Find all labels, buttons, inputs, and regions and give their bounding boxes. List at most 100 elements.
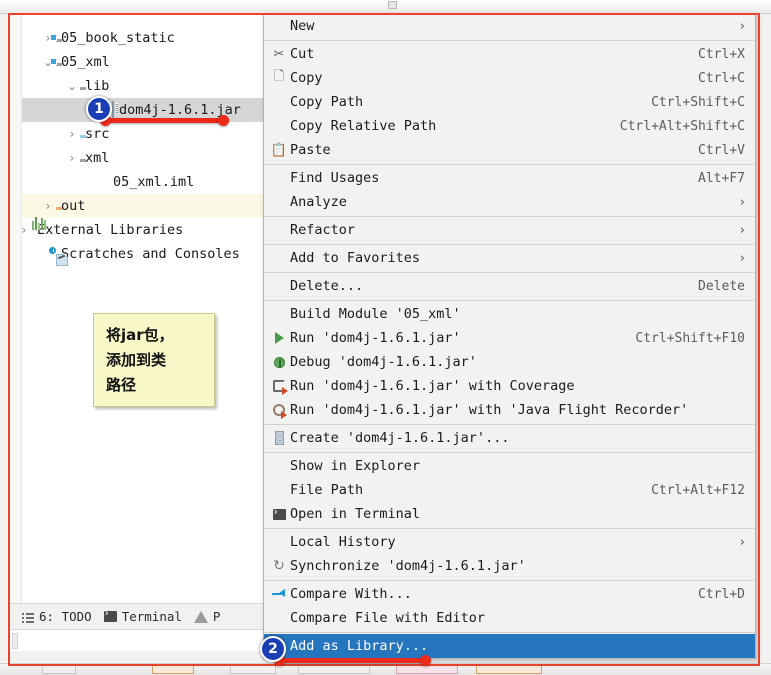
menu-item-open-in-terminal[interactable]: Open in Terminal: [264, 502, 755, 526]
menu-separator: [264, 164, 755, 165]
chevron-right-icon[interactable]: ›: [40, 199, 56, 213]
status-terminal-label: Terminal: [121, 609, 182, 624]
menu-item-label: Refactor: [290, 222, 356, 238]
menu-item-compare-file-with-editor[interactable]: Compare File with Editor: [264, 606, 755, 630]
menu-item-label: Add as Library...: [290, 638, 429, 654]
menu-item-copy-path[interactable]: Copy Path Ctrl+Shift+C: [264, 90, 755, 114]
menu-separator: [264, 580, 755, 581]
menu-item-add-as-library[interactable]: Add as Library...: [264, 634, 755, 658]
menu-item-delete[interactable]: Delete... Delete: [264, 274, 755, 298]
menu-item-label: Run 'dom4j-1.6.1.jar' with 'Java Flight …: [290, 402, 689, 418]
menu-item-synchronize[interactable]: ↻ Synchronize 'dom4j-1.6.1.jar': [264, 554, 755, 578]
menu-item-new[interactable]: New ›: [264, 14, 755, 38]
tree-item-label: xml: [85, 150, 110, 166]
menu-item-label: Debug 'dom4j-1.6.1.jar': [290, 354, 477, 370]
status-terminal[interactable]: Terminal: [103, 608, 182, 624]
editor-area-stub: [10, 629, 263, 651]
menu-item-compare-with[interactable]: Compare With... Ctrl+D: [264, 582, 755, 606]
tree-item-05_xml-iml[interactable]: 05_xml.iml: [22, 170, 263, 194]
menu-item-label: Find Usages: [290, 170, 380, 186]
menu-item-paste[interactable]: 📋 Paste Ctrl+V: [264, 138, 755, 162]
project-tool-window[interactable]: › 05_book_static ⌄ 05_xml ⌄ lib dom4j-1.…: [10, 15, 263, 603]
callout-1-dot-right: [218, 115, 229, 126]
submenu-arrow-icon: ›: [739, 222, 745, 238]
menu-item-local-history[interactable]: Local History ›: [264, 530, 755, 554]
menu-item-copy[interactable]: 🗋 Copy Ctrl+C: [264, 66, 755, 90]
menu-separator: [264, 244, 755, 245]
menu-item-run-jar[interactable]: Run 'dom4j-1.6.1.jar' Ctrl+Shift+F10: [264, 326, 755, 350]
menu-item-label: Run 'dom4j-1.6.1.jar': [290, 330, 461, 346]
menu-item-copy-relative-path[interactable]: Copy Relative Path Ctrl+Alt+Shift+C: [264, 114, 755, 138]
tree-item-external-libraries[interactable]: › External Libraries: [22, 217, 263, 242]
menu-item-label: Build Module '05_xml': [290, 306, 461, 322]
callout-2-underline: [278, 658, 428, 663]
menu-item-debug-jar[interactable]: Debug 'dom4j-1.6.1.jar': [264, 350, 755, 374]
window-chrome-bottom: [0, 663, 771, 675]
taskbar-button[interactable]: [476, 665, 542, 674]
submenu-arrow-icon: ›: [739, 534, 745, 550]
menu-item-label: Copy: [290, 70, 323, 86]
status-problems[interactable]: P: [193, 609, 220, 624]
compare-icon: [268, 588, 290, 600]
taskbar-button[interactable]: [152, 665, 194, 674]
tree-item-05_xml[interactable]: ⌄ 05_xml: [22, 50, 263, 74]
context-menu[interactable]: New › ✂ Cut Ctrl+X 🗋 Copy Ctrl+C Copy Pa…: [263, 13, 756, 659]
run-icon: [268, 332, 290, 344]
menu-item-analyze[interactable]: Analyze ›: [264, 190, 755, 214]
note-line-1: 将jar包，: [106, 326, 174, 344]
jar-icon: [112, 101, 114, 119]
menu-item-label: Analyze: [290, 194, 347, 210]
taskbar-button[interactable]: [42, 665, 76, 674]
menu-item-label: Create 'dom4j-1.6.1.jar'...: [290, 430, 510, 446]
tree-gutter: [10, 15, 22, 603]
menu-item-label: Synchronize 'dom4j-1.6.1.jar': [290, 558, 526, 574]
tree-item-xml[interactable]: › xml: [22, 146, 263, 170]
status-todo[interactable]: 6: TODO: [22, 609, 92, 624]
menu-item-shortcut: Alt+F7: [698, 170, 745, 186]
menu-item-file-path[interactable]: File Path Ctrl+Alt+F12: [264, 478, 755, 502]
taskbar-button[interactable]: [396, 665, 458, 674]
menu-item-label: Compare With...: [290, 586, 412, 602]
menu-item-run-with-jfr[interactable]: Run 'dom4j-1.6.1.jar' with 'Java Flight …: [264, 398, 755, 422]
tree-item-lib[interactable]: ⌄ lib: [22, 74, 263, 98]
menu-item-refactor[interactable]: Refactor ›: [264, 218, 755, 242]
taskbar-button[interactable]: [230, 665, 276, 674]
tree-item-out[interactable]: › out: [22, 194, 263, 218]
menu-item-build-module[interactable]: Build Module '05_xml': [264, 302, 755, 326]
menu-separator: [264, 452, 755, 453]
menu-item-find-usages[interactable]: Find Usages Alt+F7: [264, 166, 755, 190]
menu-item-label: Delete...: [290, 278, 364, 294]
menu-separator: [264, 216, 755, 217]
callout-2-dot-right: [420, 655, 431, 666]
menu-item-add-to-favorites[interactable]: Add to Favorites ›: [264, 246, 755, 270]
editor-gutter-stub: [12, 633, 18, 649]
jar-icon: [268, 431, 290, 445]
tree-item-label: 05_book_static: [61, 30, 175, 46]
menu-item-run-with-coverage[interactable]: Run 'dom4j-1.6.1.jar' with Coverage: [264, 374, 755, 398]
menu-separator: [264, 300, 755, 301]
menu-item-shortcut: Ctrl+V: [698, 142, 745, 158]
menu-item-cut[interactable]: ✂ Cut Ctrl+X: [264, 42, 755, 66]
menu-item-label: Paste: [290, 142, 331, 158]
paste-icon: 📋: [270, 142, 288, 158]
menu-item-label: Copy Relative Path: [290, 118, 437, 134]
tree-item-src[interactable]: › src: [22, 122, 263, 146]
taskbar-button[interactable]: [298, 665, 370, 674]
tree-item-label: src: [85, 126, 110, 142]
chevron-right-icon[interactable]: ›: [64, 151, 80, 165]
menu-item-label: Run 'dom4j-1.6.1.jar' with Coverage: [290, 378, 575, 394]
menu-item-shortcut: Delete: [698, 278, 745, 294]
tree-item-scratches-and-consoles[interactable]: Scratches and Consoles: [22, 242, 263, 266]
callout-1-underline: [104, 118, 226, 123]
window-chrome-top: [0, 0, 771, 14]
menu-item-shortcut: Ctrl+Shift+F10: [635, 330, 745, 346]
menu-item-label: Add to Favorites: [290, 250, 421, 266]
tree-item-05_book_static[interactable]: › 05_book_static: [22, 26, 263, 50]
flight-recorder-icon: [268, 404, 290, 419]
callout-badge-1: 1: [86, 96, 112, 122]
chevron-right-icon[interactable]: ›: [16, 223, 32, 237]
menu-item-create-jar[interactable]: Create 'dom4j-1.6.1.jar'...: [264, 426, 755, 450]
chevron-right-icon[interactable]: ›: [64, 127, 80, 141]
chevron-down-icon[interactable]: ⌄: [64, 79, 80, 93]
menu-item-show-in-explorer[interactable]: Show in Explorer: [264, 454, 755, 478]
